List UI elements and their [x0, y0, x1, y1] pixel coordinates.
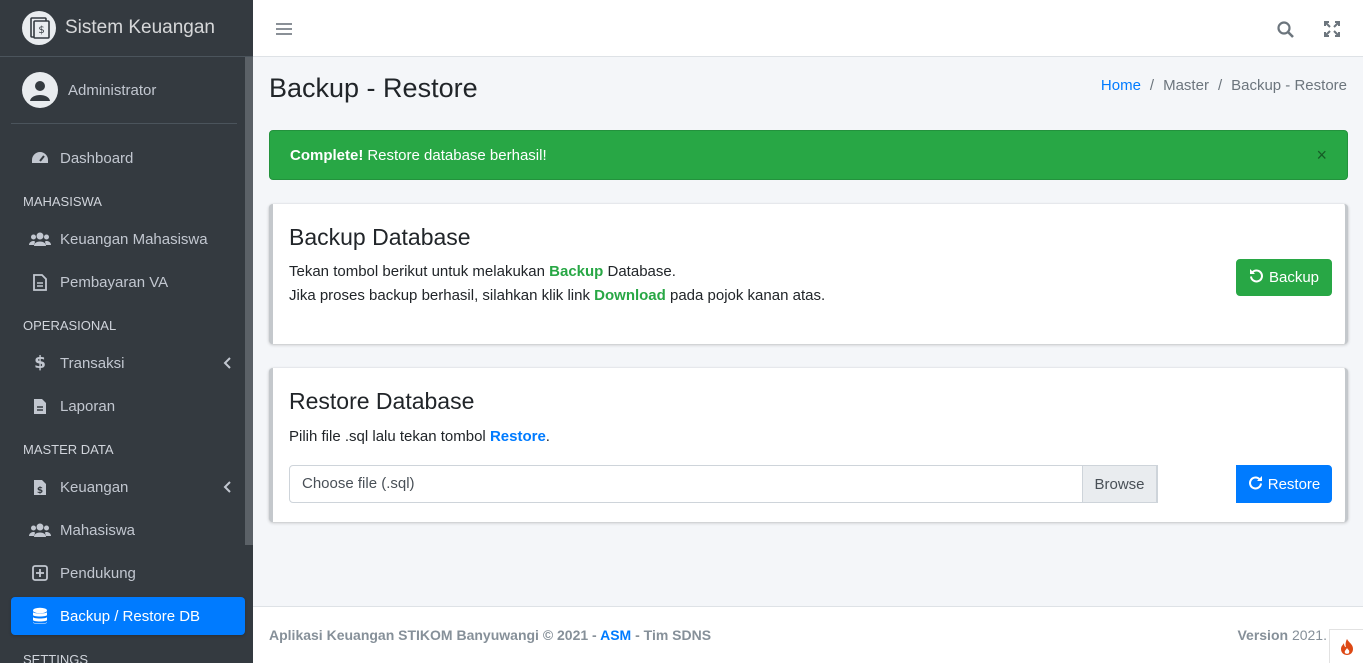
footer: Aplikasi Keuangan STIKOM Banyuwangi © 20…: [253, 606, 1363, 663]
page-title: Backup - Restore: [269, 73, 478, 103]
dollar-icon: $: [34, 353, 46, 373]
browse-button[interactable]: Browse: [1082, 465, 1157, 503]
sidebar-item-laporan[interactable]: Laporan: [11, 387, 245, 425]
sql-file-input[interactable]: Choose file (.sql) Browse: [289, 465, 1158, 503]
version-label: Version: [1237, 627, 1289, 643]
plus-square-icon: [29, 565, 51, 581]
backup-line1-pre: Tekan tombol berikut untuk melakukan: [289, 263, 550, 280]
sidebar-item-label: Laporan: [60, 397, 116, 415]
nav-header-mahasiswa: MAHASISWA: [23, 193, 102, 209]
user-avatar-icon: [22, 72, 58, 108]
breadcrumb-separator: /: [1217, 77, 1223, 94]
undo-icon: [1249, 268, 1264, 287]
chevron-left-icon: [223, 480, 231, 497]
sidebar-item-keuangan[interactable]: $ Keuangan: [11, 468, 245, 506]
sidebar-item-label: Transaksi: [60, 354, 125, 372]
sidebar-item-backup-restore[interactable]: Backup / Restore DB: [11, 597, 245, 635]
restore-line-pre: Pilih file .sql lalu tekan tombol: [289, 428, 490, 445]
breadcrumb-current: Backup - Restore: [1231, 77, 1347, 94]
backup-line2-post: pada pojok kanan atas.: [665, 287, 826, 304]
sidebar: $ Sistem Keuangan Administrator Dashboar…: [0, 0, 253, 663]
version-value: 2021.: [1291, 627, 1327, 643]
file-invoice-dollar-icon: $: [29, 479, 51, 496]
footer-text-pre: Aplikasi Keuangan STIKOM Banyuwangi © 20…: [269, 627, 601, 643]
footer-link-asm[interactable]: ASM: [600, 627, 631, 643]
sidebar-item-mahasiswa[interactable]: Mahasiswa: [11, 511, 245, 549]
sidebar-nav: Dashboard MAHASISWA Keuangan Mahasiswa P…: [0, 139, 253, 663]
restore-card-text: Pilih file .sql lalu tekan tombol Restor…: [289, 425, 550, 449]
sidebar-item-label: Backup / Restore DB: [60, 607, 201, 625]
expand-icon[interactable]: [1321, 18, 1343, 40]
backup-line2-em: Download: [594, 287, 666, 304]
brand-name: Sistem Keuangan: [65, 17, 215, 38]
nav-header-operasional: OPERASIONAL: [23, 317, 117, 333]
sidebar-item-label: Keuangan Mahasiswa: [60, 230, 208, 248]
sidebar-item-pendukung[interactable]: Pendukung: [11, 554, 245, 592]
codeigniter-flame-icon[interactable]: [1329, 629, 1363, 663]
sidebar-scrollbar[interactable]: [245, 57, 253, 545]
chevron-left-icon: [223, 356, 231, 373]
redo-icon: [1248, 475, 1263, 494]
content-wrapper: Backup - Restore Home / Master / Backup …: [253, 57, 1363, 606]
footer-version: Version 2021.: [1237, 627, 1327, 643]
backup-card-title: Backup Database: [289, 224, 471, 250]
sidebar-item-pembayaran-va[interactable]: Pembayaran VA: [11, 263, 245, 301]
restore-button[interactable]: Restore: [1236, 465, 1332, 503]
backup-button[interactable]: Backup: [1236, 259, 1332, 296]
breadcrumb: Home / Master / Backup - Restore: [1101, 77, 1347, 94]
sidebar-item-label: Dashboard: [60, 149, 134, 167]
footer-text-post: - Tim SDNS: [631, 627, 712, 643]
nav-header-master-data: MASTER DATA: [23, 441, 114, 457]
hamburger-icon[interactable]: [273, 18, 295, 40]
nav-header-settings: SETTINGS: [23, 651, 89, 663]
tachometer-icon: [29, 150, 51, 166]
breadcrumb-home[interactable]: Home: [1101, 77, 1141, 94]
backup-button-label: Backup: [1268, 269, 1320, 286]
svg-text:$: $: [38, 25, 44, 36]
sidebar-item-label: Mahasiswa: [60, 521, 136, 539]
alert-strong: Complete!: [290, 146, 364, 164]
success-alert: Complete! Restore database berhasil! ×: [269, 130, 1348, 180]
close-icon[interactable]: ×: [1316, 145, 1327, 166]
breadcrumb-separator: /: [1149, 77, 1155, 94]
restore-card: Restore Database Pilih file .sql lalu te…: [269, 368, 1348, 522]
backup-card: Backup Database Tekan tombol berikut unt…: [269, 204, 1348, 344]
finance-doc-icon: $: [22, 11, 56, 45]
restore-line-post: .: [545, 428, 550, 445]
user-name: Administrator: [68, 81, 157, 99]
svg-text:$: $: [37, 486, 43, 496]
top-navbar: [253, 0, 1363, 57]
sidebar-item-keuangan-mahasiswa[interactable]: Keuangan Mahasiswa: [11, 220, 245, 258]
restore-card-title: Restore Database: [289, 388, 475, 414]
restore-line-em: Restore: [489, 428, 546, 445]
file-icon: [29, 273, 51, 291]
database-icon: [29, 607, 51, 625]
sidebar-item-label: Pembayaran VA: [60, 273, 169, 291]
backup-card-text: Tekan tombol berikut untuk melakukan Bac…: [289, 260, 825, 308]
file-input-placeholder: Choose file (.sql): [302, 475, 415, 492]
backup-line1-post: Database.: [603, 263, 676, 280]
search-icon[interactable]: [1274, 18, 1296, 40]
sidebar-item-label: Pendukung: [60, 564, 136, 582]
breadcrumb-master: Master: [1163, 77, 1209, 94]
backup-line1-em: Backup: [549, 263, 604, 280]
sidebar-item-dashboard[interactable]: Dashboard: [11, 139, 245, 177]
footer-credits: Aplikasi Keuangan STIKOM Banyuwangi © 20…: [269, 627, 711, 643]
alert-message: Restore database berhasil!: [367, 146, 547, 164]
user-panel[interactable]: Administrator: [11, 57, 237, 124]
backup-line2-pre: Jika proses backup berhasil, silahkan kl…: [289, 287, 595, 304]
sidebar-item-transaksi[interactable]: $ Transaksi: [11, 344, 245, 382]
users-icon: [29, 522, 51, 538]
brand-link[interactable]: $ Sistem Keuangan: [0, 0, 253, 57]
sidebar-item-label: Keuangan: [60, 478, 129, 496]
file-icon: [29, 398, 51, 415]
restore-button-label: Restore: [1267, 475, 1321, 493]
users-icon: [29, 231, 51, 247]
